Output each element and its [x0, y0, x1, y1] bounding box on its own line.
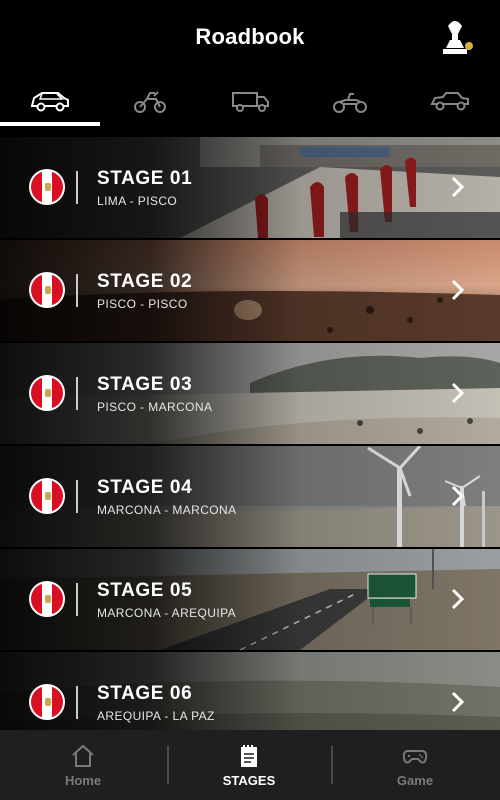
stage-route: MARCONA - AREQUIPA [97, 606, 237, 620]
stage-route: MARCONA - MARCONA [97, 503, 237, 517]
peru-flag-icon [29, 684, 65, 720]
chevron-right-icon [451, 176, 465, 198]
ssv-icon [430, 92, 469, 111]
bottom-navigation: Home STAGES Game [0, 730, 500, 800]
peru-flag-icon [29, 478, 65, 514]
car-icon [30, 92, 69, 112]
dakar-logo-icon[interactable] [440, 18, 474, 56]
peru-flag-icon [29, 169, 65, 205]
stage-title: STAGE 01 [97, 168, 193, 189]
vehicle-tabs [0, 76, 500, 126]
stage-title: STAGE 03 [97, 374, 193, 395]
nav-game[interactable]: Game [332, 730, 498, 800]
stage-item-03[interactable]: STAGE 03 PISCO - MARCONA [0, 343, 500, 444]
peru-flag-icon [29, 581, 65, 617]
nav-home-label: Home [64, 772, 102, 788]
stage-title: STAGE 02 [97, 271, 193, 292]
motorbike-icon [134, 91, 166, 113]
stage-item-06[interactable]: STAGE 06 AREQUIPA - LA PAZ [0, 652, 500, 730]
tab-motorbike[interactable] [100, 76, 200, 126]
tab-truck[interactable] [200, 76, 300, 126]
gamepad-icon [402, 749, 428, 763]
nav-game-label: Game [396, 772, 434, 788]
nav-stages[interactable]: STAGES [166, 730, 332, 800]
stage-list: STAGE 01 LIMA - PISCO STAGE 02 PISCO - P… [0, 137, 500, 730]
stage-route: PISCO - MARCONA [97, 400, 213, 414]
chevron-right-icon [451, 691, 465, 713]
stage-route: PISCO - PISCO [97, 297, 188, 311]
chevron-right-icon [451, 485, 465, 507]
quad-icon [333, 93, 367, 113]
app-header: Roadbook [0, 0, 500, 76]
stage-item-02[interactable]: STAGE 02 PISCO - PISCO [0, 240, 500, 341]
stage-title: STAGE 06 [97, 683, 193, 704]
stage-item-04[interactable]: STAGE 04 MARCONA - MARCONA [0, 446, 500, 547]
stage-item-01[interactable]: STAGE 01 LIMA - PISCO [0, 137, 500, 238]
stage-title: STAGE 04 [97, 477, 193, 498]
active-tab-indicator [0, 122, 100, 126]
tab-ssv[interactable] [400, 76, 500, 126]
nav-home[interactable]: Home [0, 730, 166, 800]
page-title: Roadbook [195, 24, 305, 49]
peru-flag-icon [29, 272, 65, 308]
stage-title: STAGE 05 [97, 580, 193, 601]
nav-stages-label: STAGES [222, 772, 276, 788]
stage-item-05[interactable]: STAGE 05 MARCONA - AREQUIPA [0, 549, 500, 650]
tab-quad[interactable] [300, 76, 400, 126]
truck-icon [232, 92, 269, 112]
peru-flag-icon [29, 375, 65, 411]
stage-route: AREQUIPA - LA PAZ [97, 709, 215, 723]
tab-car[interactable] [0, 76, 100, 126]
stage-route: LIMA - PISCO [97, 194, 178, 208]
home-icon [72, 744, 94, 767]
chevron-right-icon [451, 279, 465, 301]
roadbook-notepad-icon [241, 744, 257, 767]
chevron-right-icon [451, 382, 465, 404]
chevron-right-icon [451, 588, 465, 610]
